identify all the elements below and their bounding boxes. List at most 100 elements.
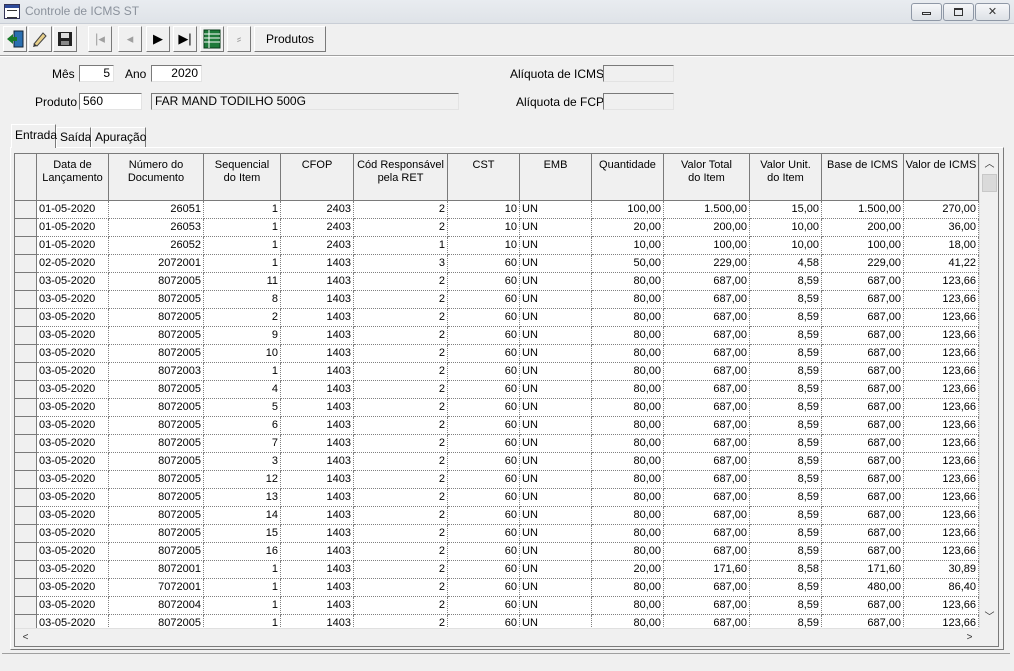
table-row[interactable]: 03-05-2020 8072005 16 1403 2 60 UN 80,00 687,00 8…	[15, 543, 979, 561]
cell-valor-unit[interactable]: 4,58	[750, 255, 822, 273]
row-indicator[interactable]	[15, 345, 37, 363]
cell-numero-documento[interactable]: 2072001	[109, 255, 204, 273]
cell-numero-documento[interactable]: 8072005	[109, 273, 204, 291]
table-row[interactable]: 03-05-2020 8072005 10 1403 2 60 UN 80,00 687,00 8…	[15, 345, 979, 363]
cell-cst[interactable]: 60	[448, 597, 520, 615]
cell-sequencial-item[interactable]: 8	[204, 291, 281, 309]
cell-cod-responsavel[interactable]: 2	[354, 597, 448, 615]
cell-numero-documento[interactable]: 26051	[109, 201, 204, 219]
cell-valor-unit[interactable]: 8,59	[750, 363, 822, 381]
cell-cfop[interactable]: 1403	[281, 255, 354, 273]
next-record-button[interactable]: ▶	[146, 26, 170, 52]
cell-cst[interactable]: 60	[448, 399, 520, 417]
cell-valor-icms[interactable]: 123,66	[904, 471, 979, 489]
cell-sequencial-item[interactable]: 2	[204, 309, 281, 327]
cell-data-lancamento[interactable]: 03-05-2020	[37, 363, 109, 381]
cell-valor-total[interactable]: 687,00	[664, 471, 750, 489]
cell-cod-responsavel[interactable]: 2	[354, 525, 448, 543]
cell-data-lancamento[interactable]: 03-05-2020	[37, 525, 109, 543]
cell-valor-unit[interactable]: 8,59	[750, 309, 822, 327]
cell-base-icms[interactable]: 687,00	[822, 273, 904, 291]
cell-valor-unit[interactable]: 10,00	[750, 237, 822, 255]
cell-sequencial-item[interactable]: 1	[204, 255, 281, 273]
cell-base-icms[interactable]: 480,00	[822, 579, 904, 597]
cell-cst[interactable]: 60	[448, 327, 520, 345]
cell-cod-responsavel[interactable]: 2	[354, 507, 448, 525]
cell-cod-responsavel[interactable]: 2	[354, 471, 448, 489]
cell-base-icms[interactable]: 687,00	[822, 543, 904, 561]
cell-data-lancamento[interactable]: 03-05-2020	[37, 597, 109, 615]
column-header-cod-responsavel[interactable]: Cód Responsável pela RET	[354, 154, 448, 201]
cell-numero-documento[interactable]: 8072005	[109, 345, 204, 363]
cell-data-lancamento[interactable]: 03-05-2020	[37, 435, 109, 453]
scroll-down-icon[interactable]: ﹀	[981, 609, 998, 626]
cell-cfop[interactable]: 1403	[281, 489, 354, 507]
cell-quantidade[interactable]: 80,00	[592, 363, 664, 381]
cell-cst[interactable]: 60	[448, 273, 520, 291]
cell-valor-icms[interactable]: 123,66	[904, 489, 979, 507]
cell-cst[interactable]: 60	[448, 561, 520, 579]
cell-cfop[interactable]: 2403	[281, 237, 354, 255]
cell-quantidade[interactable]: 80,00	[592, 597, 664, 615]
cell-sequencial-item[interactable]: 12	[204, 471, 281, 489]
cell-cod-responsavel[interactable]: 2	[354, 291, 448, 309]
cell-cod-responsavel[interactable]: 2	[354, 381, 448, 399]
cell-emb[interactable]: UN	[520, 417, 592, 435]
cell-data-lancamento[interactable]: 01-05-2020	[37, 237, 109, 255]
row-indicator[interactable]	[15, 219, 37, 237]
table-row[interactable]: 03-05-2020 8072005 3 1403 2 60 UN 80,00 687,00 8,…	[15, 453, 979, 471]
scroll-up-icon[interactable]: ︿	[981, 156, 998, 173]
cell-base-icms[interactable]: 687,00	[822, 435, 904, 453]
cell-numero-documento[interactable]: 8072005	[109, 417, 204, 435]
cell-quantidade[interactable]: 20,00	[592, 219, 664, 237]
scroll-left-icon[interactable]: <	[17, 629, 34, 646]
column-header-valor-unit[interactable]: Valor Unit. do Item	[750, 154, 822, 201]
cell-data-lancamento[interactable]: 03-05-2020	[37, 579, 109, 597]
cell-valor-icms[interactable]: 123,66	[904, 327, 979, 345]
table-row[interactable]: 03-05-2020 8072005 13 1403 2 60 UN 80,00 687,00 8…	[15, 489, 979, 507]
cell-sequencial-item[interactable]: 15	[204, 525, 281, 543]
cell-valor-icms[interactable]: 123,66	[904, 543, 979, 561]
cell-valor-total[interactable]: 687,00	[664, 453, 750, 471]
column-header-base-icms[interactable]: Base de ICMS	[822, 154, 904, 201]
cell-quantidade[interactable]: 80,00	[592, 489, 664, 507]
cell-valor-total[interactable]: 171,60	[664, 561, 750, 579]
row-indicator[interactable]	[15, 525, 37, 543]
cell-valor-unit[interactable]: 15,00	[750, 201, 822, 219]
cell-valor-total[interactable]: 687,00	[664, 399, 750, 417]
cell-valor-unit[interactable]: 8,59	[750, 399, 822, 417]
table-row[interactable]: 03-05-2020 8072003 1 1403 2 60 UN 80,00 687,00 8,…	[15, 363, 979, 381]
cell-cod-responsavel[interactable]: 2	[354, 273, 448, 291]
cell-base-icms[interactable]: 687,00	[822, 507, 904, 525]
cell-quantidade[interactable]: 80,00	[592, 273, 664, 291]
column-header-quantidade[interactable]: Quantidade	[592, 154, 664, 201]
cell-base-icms[interactable]: 687,00	[822, 453, 904, 471]
cell-valor-unit[interactable]: 8,59	[750, 291, 822, 309]
cell-emb[interactable]: UN	[520, 399, 592, 417]
cell-sequencial-item[interactable]: 14	[204, 507, 281, 525]
cell-quantidade[interactable]: 80,00	[592, 417, 664, 435]
cell-cod-responsavel[interactable]: 2	[354, 543, 448, 561]
prior-record-button[interactable]: ◂	[118, 26, 142, 52]
minimize-button[interactable]	[911, 3, 942, 21]
cell-cst[interactable]: 60	[448, 507, 520, 525]
column-header-emb[interactable]: EMB	[520, 154, 592, 201]
cell-sequencial-item[interactable]: 16	[204, 543, 281, 561]
cell-valor-total[interactable]: 100,00	[664, 237, 750, 255]
cell-valor-unit[interactable]: 8,59	[750, 525, 822, 543]
vertical-scroll-thumb[interactable]	[982, 174, 997, 192]
cell-sequencial-item[interactable]: 1	[204, 219, 281, 237]
cell-sequencial-item[interactable]: 1	[204, 201, 281, 219]
row-indicator[interactable]	[15, 327, 37, 345]
cell-valor-unit[interactable]: 8,59	[750, 597, 822, 615]
exit-button[interactable]	[3, 26, 27, 52]
cell-valor-total[interactable]: 687,00	[664, 363, 750, 381]
cell-data-lancamento[interactable]: 01-05-2020	[37, 219, 109, 237]
cell-emb[interactable]: UN	[520, 327, 592, 345]
table-row[interactable]: 03-05-2020 8072004 1 1403 2 60 UN 80,00 687,00 8,…	[15, 597, 979, 615]
cell-valor-total[interactable]: 687,00	[664, 435, 750, 453]
cell-cst[interactable]: 60	[448, 381, 520, 399]
cell-numero-documento[interactable]: 8072005	[109, 399, 204, 417]
cell-data-lancamento[interactable]: 03-05-2020	[37, 381, 109, 399]
table-row[interactable]: 03-05-2020 8072005 8 1403 2 60 UN 80,00 687,00 8,…	[15, 291, 979, 309]
